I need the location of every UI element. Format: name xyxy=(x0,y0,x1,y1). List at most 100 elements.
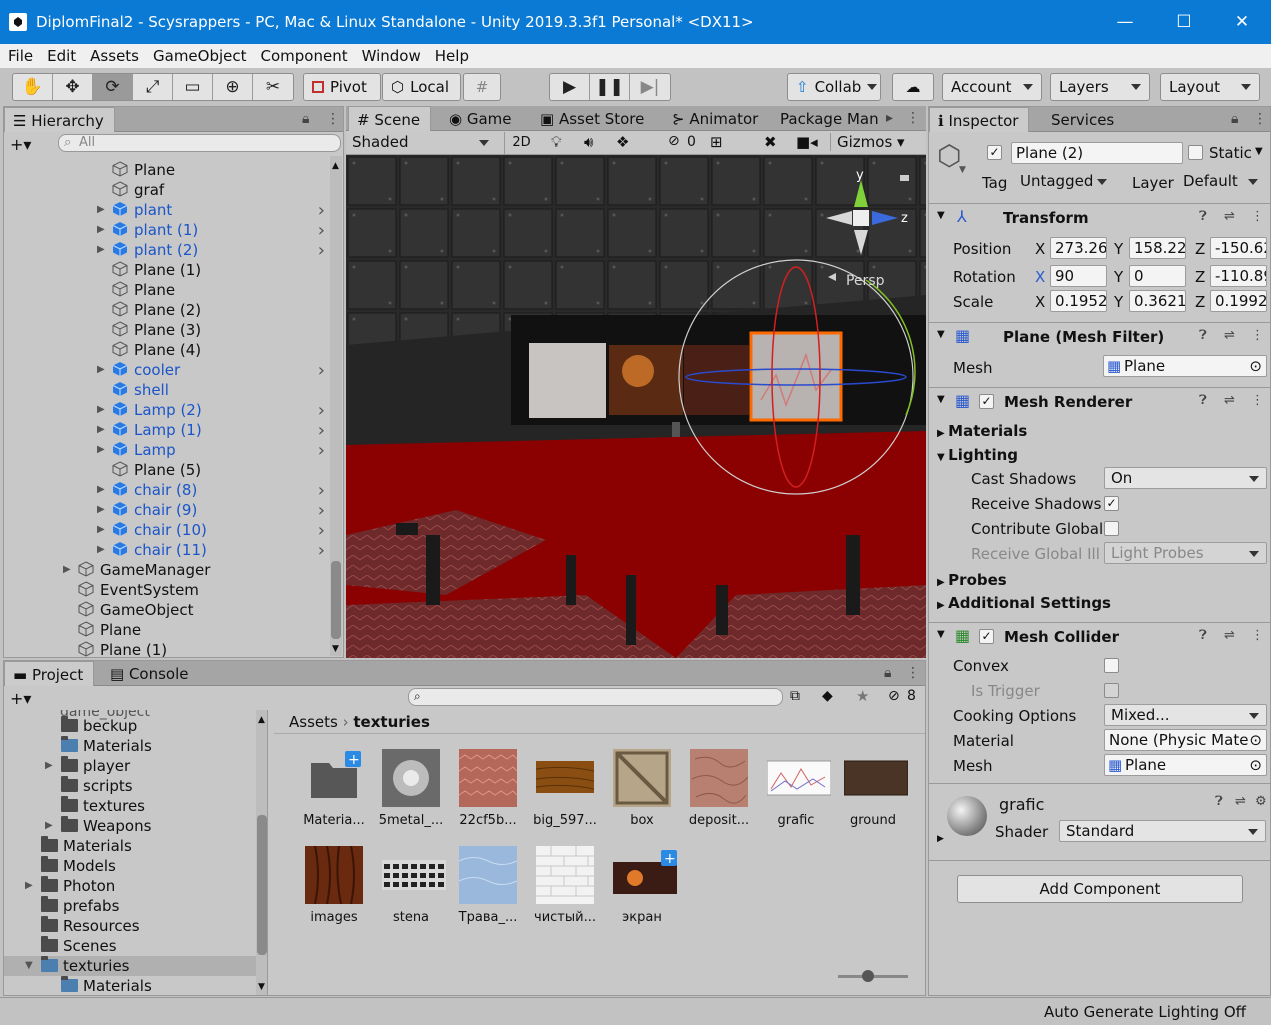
open-prefab-arrow-icon[interactable]: › xyxy=(318,440,325,461)
help-icon[interactable]: ❓︎ xyxy=(1199,628,1207,643)
tab-services[interactable]: Services xyxy=(1043,107,1124,132)
axis-y-label[interactable]: Y xyxy=(1114,268,1123,286)
open-prefab-arrow-icon[interactable]: › xyxy=(318,220,325,241)
project-folder-item[interactable]: Resources xyxy=(4,916,256,936)
hierarchy-item[interactable]: ▶ Lamp xyxy=(97,440,176,460)
mesh-collider-header[interactable]: ▼ ▦ ✓ Mesh Collider ❓︎ ⇌ ⋮ xyxy=(929,622,1270,650)
hierarchy-item[interactable]: Plane xyxy=(112,280,175,300)
hierarchy-item[interactable]: ▶ Lamp (2) xyxy=(97,400,202,420)
icon-dropdown-arrow-icon[interactable]: ▼ xyxy=(959,165,966,175)
project-folder-item[interactable]: beckup xyxy=(4,716,256,736)
expand-arrow-icon[interactable]: ▶ xyxy=(25,876,33,896)
zoom-slider[interactable] xyxy=(838,970,908,982)
mesh-filter-header[interactable]: ▼ ▦ Plane (Mesh Filter) ❓︎ ⇌ ⋮ xyxy=(929,322,1270,350)
expand-arrow-icon[interactable]: ▶ xyxy=(97,440,105,460)
grid-snap-button[interactable]: # xyxy=(463,73,501,101)
axis-x-label[interactable]: X xyxy=(1035,240,1045,258)
tabs-overflow-icon[interactable]: ▸ xyxy=(886,110,893,126)
gizmo-lock-icon[interactable] xyxy=(900,175,909,181)
layers-dropdown[interactable]: Layers xyxy=(1050,73,1150,101)
hierarchy-item[interactable]: Plane (5) xyxy=(112,460,201,480)
mesh-renderer-header[interactable]: ▼ ▦ ✓ Mesh Renderer ❓︎ ⇌ ⋮ xyxy=(929,387,1270,415)
shader-dropdown[interactable]: Standard xyxy=(1059,820,1266,842)
asset-item[interactable]: 22cf5b... xyxy=(453,749,523,828)
tab-inspector[interactable]: ℹ Inspector xyxy=(929,107,1030,132)
hierarchy-item[interactable]: Plane (3) xyxy=(112,320,201,340)
rect-tool-icon[interactable]: ▭ xyxy=(173,74,213,100)
inspector-lock-icon[interactable]: 🔒︎ xyxy=(1231,111,1238,127)
mesh-object-field[interactable]: ▦ Plane ⊙ xyxy=(1103,355,1267,377)
hierarchy-item[interactable]: Plane (2) xyxy=(112,300,201,320)
axis-z-label[interactable]: Z xyxy=(1195,268,1205,286)
asset-item[interactable]: images xyxy=(299,845,369,925)
project-folder-item[interactable]: ▶ Weapons xyxy=(4,816,256,836)
open-prefab-arrow-icon[interactable]: › xyxy=(318,240,325,261)
settings-gear-icon[interactable]: ⚙ xyxy=(1255,794,1267,809)
menu-help[interactable]: Help xyxy=(427,44,475,66)
add-component-button[interactable]: Add Component xyxy=(957,875,1243,903)
project-lock-icon[interactable]: 🔒︎ xyxy=(884,665,891,681)
tab-game[interactable]: ◉ Game xyxy=(441,106,522,131)
tree-scroll-thumb[interactable] xyxy=(257,815,267,955)
hierarchy-scroll-thumb[interactable] xyxy=(331,561,341,639)
close-button[interactable]: ✕ xyxy=(1213,0,1271,44)
hierarchy-item[interactable]: ▶ GameManager xyxy=(63,560,210,580)
hierarchy-item[interactable]: ▶ plant xyxy=(97,200,172,220)
rotate-tool-icon[interactable]: ⟳ xyxy=(93,74,133,100)
project-create-icon[interactable]: +▾ xyxy=(10,689,31,708)
pause-icon[interactable]: ❚❚ xyxy=(590,74,630,100)
lighting-foldout[interactable]: ▼ Lighting xyxy=(937,446,1018,464)
active-checkbox[interactable]: ✓ xyxy=(987,145,1002,160)
open-prefab-arrow-icon[interactable]: › xyxy=(318,400,325,421)
open-prefab-arrow-icon[interactable]: › xyxy=(318,520,325,541)
asset-item[interactable]: stena xyxy=(376,846,446,925)
favorites-star-icon[interactable]: ★ xyxy=(856,687,869,705)
axis-x-label[interactable]: X xyxy=(1035,293,1045,311)
open-prefab-arrow-icon[interactable]: › xyxy=(318,480,325,501)
hierarchy-item[interactable]: Plane (1) xyxy=(112,260,201,280)
rot-y-field[interactable]: 0 xyxy=(1129,265,1186,287)
project-folder-item[interactable]: textures xyxy=(4,796,256,816)
expand-arrow-icon[interactable]: ▼ xyxy=(25,956,33,976)
lock-icon[interactable]: 🔒︎ xyxy=(302,111,309,127)
scl-y-field[interactable]: 0.36214 xyxy=(1129,290,1186,312)
zoom-slider-thumb[interactable] xyxy=(862,970,874,982)
expand-arrow-icon[interactable]: ▶ xyxy=(45,756,53,776)
scale-tool-icon[interactable]: ⤢ xyxy=(133,74,173,100)
account-dropdown[interactable]: Account xyxy=(942,73,1042,101)
convex-checkbox[interactable] xyxy=(1104,658,1119,673)
menu-edit[interactable]: Edit xyxy=(39,44,82,66)
tab-scene[interactable]: # Scene xyxy=(348,106,432,131)
asset-item[interactable]: + экран xyxy=(607,846,677,925)
contribute-global-checkbox[interactable] xyxy=(1104,521,1119,536)
asset-item[interactable]: deposit... xyxy=(684,749,754,828)
expand-arrow-icon[interactable]: ▶ xyxy=(97,200,105,220)
breadcrumb-texturies[interactable]: texturies xyxy=(353,713,430,731)
tools-icon[interactable]: ✖ xyxy=(764,133,777,151)
scroll-up-icon[interactable]: ▲ xyxy=(332,161,339,171)
create-add-icon[interactable]: +▾ xyxy=(10,135,31,154)
object-picker-icon[interactable]: ⊙ xyxy=(1249,755,1262,775)
physic-material-field[interactable]: None (Physic Mate ⊙ xyxy=(1104,729,1267,751)
tab-console[interactable]: ▤ Console xyxy=(102,661,199,686)
asset-item[interactable]: Трава_... xyxy=(453,846,523,925)
asset-item[interactable]: 5metal_... xyxy=(376,749,446,828)
tab-project[interactable]: ▬ Project xyxy=(4,661,95,686)
tab-asset-store[interactable]: ▣ Asset Store xyxy=(532,106,654,131)
expand-arrow-icon[interactable]: ▶ xyxy=(97,420,105,440)
materials-foldout[interactable]: ▶ Materials xyxy=(937,422,1027,440)
project-folder-item[interactable]: prefabs xyxy=(4,896,256,916)
minimize-button[interactable]: — xyxy=(1096,0,1154,44)
material-foldout-icon[interactable]: ▶ xyxy=(937,834,944,844)
expand-arrow-icon[interactable]: ▶ xyxy=(97,240,105,260)
menu-file[interactable]: File xyxy=(0,44,39,66)
asset-item[interactable]: + Materia... xyxy=(299,749,369,828)
scl-x-field[interactable]: 0.19525 xyxy=(1050,290,1107,312)
axis-z-label[interactable]: Z xyxy=(1195,293,1205,311)
component-menu-icon[interactable]: ⋮ xyxy=(1251,209,1264,224)
rot-x-field[interactable]: 90 xyxy=(1050,265,1107,287)
object-picker-icon[interactable]: ⊙ xyxy=(1249,356,1262,376)
hierarchy-item[interactable]: graf xyxy=(112,180,164,200)
expand-arrow-icon[interactable]: ▶ xyxy=(97,400,105,420)
scroll-down-icon[interactable]: ▼ xyxy=(258,982,265,992)
